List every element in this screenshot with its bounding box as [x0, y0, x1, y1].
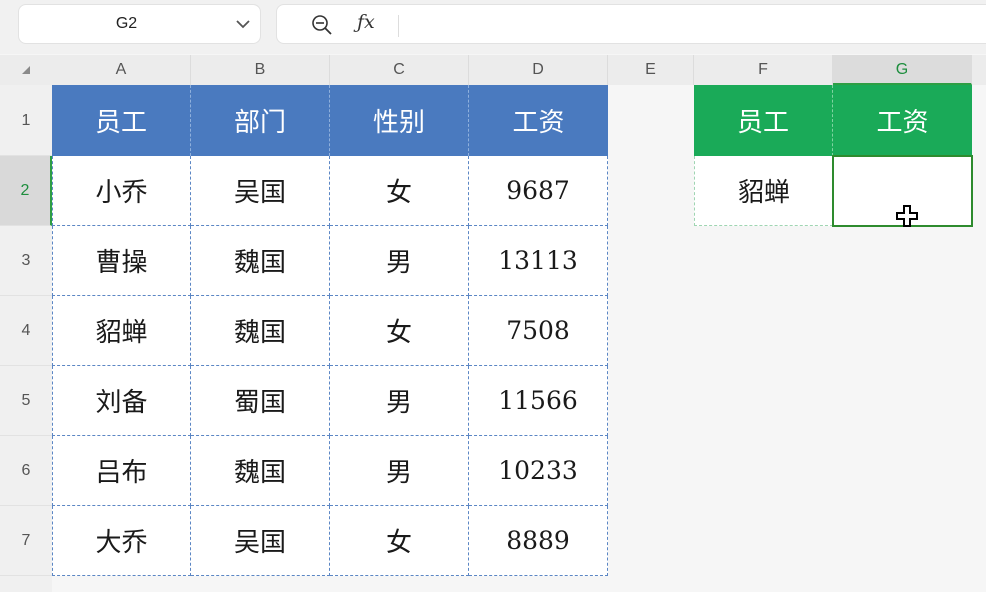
- table-cell-salary[interactable]: 7508: [469, 296, 608, 366]
- table-cell-employee[interactable]: 吕布: [52, 436, 191, 506]
- formula-input[interactable]: [407, 5, 986, 43]
- cell-select-cursor-icon: [896, 205, 918, 227]
- table-cell-salary[interactable]: 9687: [469, 156, 608, 226]
- row-header-8-partial[interactable]: [0, 576, 52, 592]
- row-header-3[interactable]: 3: [0, 226, 52, 296]
- table-cell-gender[interactable]: 男: [330, 436, 469, 506]
- column-header-e[interactable]: E: [608, 55, 694, 85]
- row-header-5[interactable]: 5: [0, 366, 52, 436]
- table-header-department[interactable]: 部门: [191, 85, 330, 156]
- table-cell-salary[interactable]: 11566: [469, 366, 608, 436]
- row-header-7[interactable]: 7: [0, 506, 52, 576]
- table-cell-department[interactable]: 魏国: [191, 296, 330, 366]
- row-header-1[interactable]: 1: [0, 85, 52, 156]
- table-cell-gender[interactable]: 女: [330, 156, 469, 226]
- name-box[interactable]: G2: [18, 4, 261, 44]
- table-cell-department[interactable]: 蜀国: [191, 366, 330, 436]
- table-cell-gender[interactable]: 女: [330, 296, 469, 366]
- table-cell-department[interactable]: 吴国: [191, 156, 330, 226]
- table-cell-employee[interactable]: 曹操: [52, 226, 191, 296]
- table-cell-salary[interactable]: 10233: [469, 436, 608, 506]
- zoom-out-icon[interactable]: [311, 14, 333, 36]
- table-cell-department[interactable]: 魏国: [191, 226, 330, 296]
- table-cell-salary[interactable]: 8889: [469, 506, 608, 576]
- column-header-b[interactable]: B: [191, 55, 330, 85]
- table-cell-employee[interactable]: 刘备: [52, 366, 191, 436]
- formula-bar-divider: [398, 15, 399, 37]
- table-cell-department[interactable]: 吴国: [191, 506, 330, 576]
- table-header-employee[interactable]: 员工: [52, 85, 191, 156]
- table-cell-gender[interactable]: 男: [330, 226, 469, 296]
- select-all-icon: [22, 66, 30, 74]
- table-cell-employee[interactable]: 小乔: [52, 156, 191, 226]
- name-box-value[interactable]: G2: [19, 5, 234, 43]
- table-cell-gender[interactable]: 男: [330, 366, 469, 436]
- chevron-down-icon[interactable]: [235, 17, 251, 31]
- column-header-a[interactable]: A: [52, 55, 191, 85]
- table-cell-salary[interactable]: 13113: [469, 226, 608, 296]
- table-cell-employee[interactable]: 大乔: [52, 506, 191, 576]
- row-header-6[interactable]: 6: [0, 436, 52, 506]
- table-cell-gender[interactable]: 女: [330, 506, 469, 576]
- table-header-salary[interactable]: 工资: [469, 85, 608, 156]
- column-header-h-partial[interactable]: [972, 55, 986, 85]
- formula-bar[interactable]: ƒx: [276, 4, 986, 44]
- column-header-f[interactable]: F: [694, 55, 833, 85]
- fx-icon[interactable]: ƒx: [357, 11, 375, 33]
- column-header-d[interactable]: D: [469, 55, 608, 85]
- lookup-header-salary[interactable]: 工资: [833, 85, 972, 156]
- select-all-corner[interactable]: [0, 55, 52, 85]
- table-cell-department[interactable]: 魏国: [191, 436, 330, 506]
- lookup-employee-cell[interactable]: 貂蝉: [694, 156, 833, 226]
- column-header-c[interactable]: C: [330, 55, 469, 85]
- row-header-2[interactable]: 2: [0, 156, 52, 226]
- toolbar: G2 ƒx: [0, 0, 986, 54]
- table-header-gender[interactable]: 性别: [330, 85, 469, 156]
- column-header-g[interactable]: G: [833, 55, 972, 85]
- row-header-4[interactable]: 4: [0, 296, 52, 366]
- lookup-header-employee[interactable]: 员工: [694, 85, 833, 156]
- table-cell-employee[interactable]: 貂蝉: [52, 296, 191, 366]
